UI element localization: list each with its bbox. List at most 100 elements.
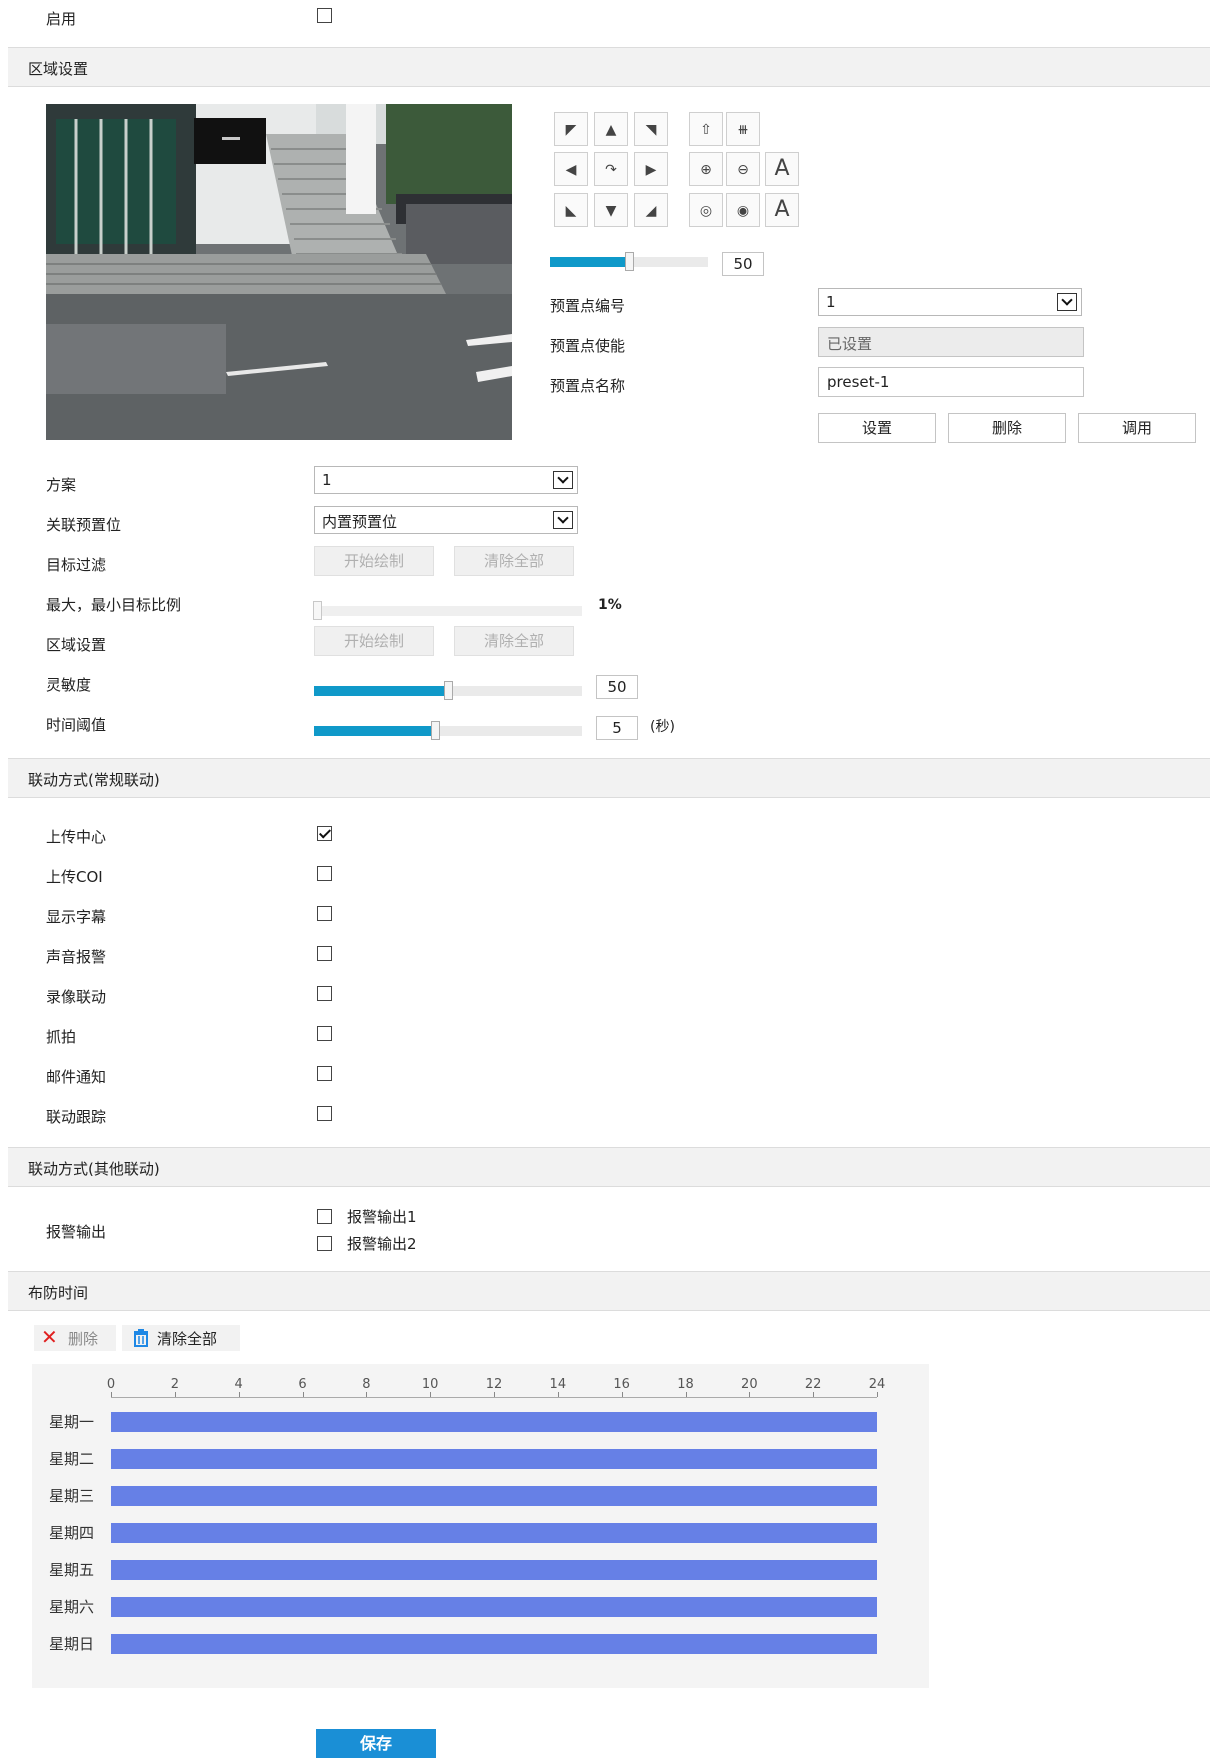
linkage-item-label: 邮件通知 [46,1068,107,1086]
zoom-in-button[interactable]: ⊕ [689,152,723,186]
arrow-up-right-button[interactable]: ◥ [634,112,668,146]
sensitivity-value[interactable]: 50 [596,675,638,699]
arrow-right-button[interactable]: ▶ [634,152,668,186]
zoom-in-icon: ⊕ [700,162,712,178]
enable-checkbox[interactable] [317,8,332,23]
video-preview[interactable] [46,104,512,440]
schedule-tick-label: 20 [741,1377,758,1392]
scheme-select[interactable]: 1 [314,466,578,494]
preset-name-label: 预置点名称 [550,377,626,395]
linkage-item-label: 上传COI [46,868,103,886]
linkage-item-label: 联动跟踪 [46,1108,107,1126]
light-button[interactable]: ⧻ [726,112,760,146]
schedule-tick-label: 2 [170,1377,179,1392]
arrow-down-button[interactable]: ▼ [594,193,628,227]
linked-preset-select[interactable]: 内置预置位 [314,506,578,534]
linkage-item-checkbox[interactable] [317,906,332,921]
schedule-day-bar[interactable] [111,1449,877,1469]
target-filter-label: 目标过滤 [46,556,107,574]
iris-close-button[interactable]: ◉ [726,193,760,227]
schedule-tick-mark [111,1392,112,1397]
schedule-tick-mark [685,1392,687,1397]
wiper-button[interactable]: ⇧ [689,112,723,146]
preset-call-button[interactable]: 调用 [1078,413,1196,443]
time-threshold-label: 时间阈值 [46,716,107,734]
time-threshold-handle[interactable] [431,721,440,740]
schedule-tick-mark [621,1392,623,1397]
iris-open-button[interactable]: ◎ [689,193,723,227]
sensitivity-slider[interactable] [314,681,582,700]
schedule-tick-mark [366,1392,368,1397]
schedule-day-bar[interactable] [111,1597,877,1617]
arrow-down-right-button[interactable]: ◢ [634,193,668,227]
time-threshold-slider[interactable] [314,721,582,740]
schedule-tick-mark [174,1392,176,1397]
preset-delete-button[interactable]: 删除 [948,413,1066,443]
sensitivity-fill [314,686,448,696]
schedule-tick-mark [557,1392,559,1397]
section-header-linkage-normal: 联动方式(常规联动) [8,758,1210,798]
arrow-left-icon: ◀ [565,162,577,178]
zoom-out-button[interactable]: ⊖ [726,152,760,186]
focus-a-button[interactable]: A [765,193,799,227]
arrow-left-button[interactable]: ◀ [554,152,588,186]
save-button[interactable]: 保存 [316,1729,436,1758]
target-ratio-slider[interactable] [313,601,582,620]
focus-auto-icon: A [774,156,790,181]
preset-set-button[interactable]: 设置 [818,413,936,443]
ptz-speed-handle[interactable] [625,252,634,271]
schedule-day-label: 星期三 [49,1487,95,1505]
linked-preset-label: 关联预置位 [46,516,122,534]
preset-name-input[interactable]: preset-1 [818,367,1084,397]
target-filter-clear-all-button[interactable]: 清除全部 [454,546,574,576]
zoom-out-icon: ⊖ [737,162,749,178]
schedule-tick-label: 18 [677,1377,694,1392]
arrow-up-button[interactable]: ▲ [594,112,628,146]
schedule-day-bar[interactable] [111,1523,877,1543]
schedule-day-bar[interactable] [111,1560,877,1580]
schedule-day-bar[interactable] [111,1412,877,1432]
area-start-draw-button[interactable]: 开始绘制 [314,626,434,656]
preset-enable-label: 预置点使能 [550,337,626,355]
arrow-up-left-button[interactable]: ◤ [554,112,588,146]
linkage-item-checkbox[interactable] [317,866,332,881]
linkage-item-checkbox[interactable] [317,1066,332,1081]
schedule-tick-mark [430,1392,432,1397]
linkage-item-checkbox[interactable] [317,826,332,841]
schedule-delete-button[interactable]: ✕ 删除 [34,1325,116,1351]
linkage-item-label: 录像联动 [46,988,107,1006]
area-clear-all-button[interactable]: 清除全部 [454,626,574,656]
ptz-speed-slider[interactable] [550,252,708,271]
target-filter-start-draw-button[interactable]: 开始绘制 [314,546,434,576]
schedule-axis-line [111,1397,877,1398]
close-icon: ✕ [41,1325,58,1349]
schedule-tick-label: 14 [549,1377,567,1392]
schedule-clear-all-button[interactable]: 清除全部 [122,1325,240,1351]
ptz-speed-value[interactable]: 50 [722,252,764,276]
linkage-item-label: 上传中心 [46,828,107,846]
sensitivity-handle[interactable] [444,681,453,700]
schedule-tick-label: 8 [362,1377,371,1392]
target-ratio-value: 1% [598,597,622,613]
auto-scan-button[interactable]: ↷ [594,152,628,186]
time-threshold-value[interactable]: 5 [596,716,638,740]
schedule-tick-label: 22 [804,1377,822,1392]
alarm-output-checkbox[interactable] [317,1236,332,1251]
preset-number-select[interactable]: 1 [818,288,1082,316]
arrow-down-left-button[interactable]: ◣ [554,193,588,227]
arrow-down-left-icon: ◣ [565,203,577,219]
schedule-day-bar[interactable] [111,1634,877,1654]
linkage-item-checkbox[interactable] [317,1106,332,1121]
linkage-item-checkbox[interactable] [317,1026,332,1041]
schedule-day-bar[interactable] [111,1486,877,1506]
section-title-region: 区域设置 [28,60,89,78]
schedule-tick-mark [238,1392,240,1397]
alarm-output-checkbox[interactable] [317,1209,332,1224]
linkage-item-checkbox[interactable] [317,946,332,961]
target-ratio-handle[interactable] [313,601,322,620]
target-ratio-label: 最大，最小目标比例 [46,596,182,614]
schedule-tick-mark [813,1392,815,1397]
wiper-icon: ⇧ [700,122,712,138]
focus-auto-button[interactable]: A [765,152,799,186]
linkage-item-checkbox[interactable] [317,986,332,1001]
